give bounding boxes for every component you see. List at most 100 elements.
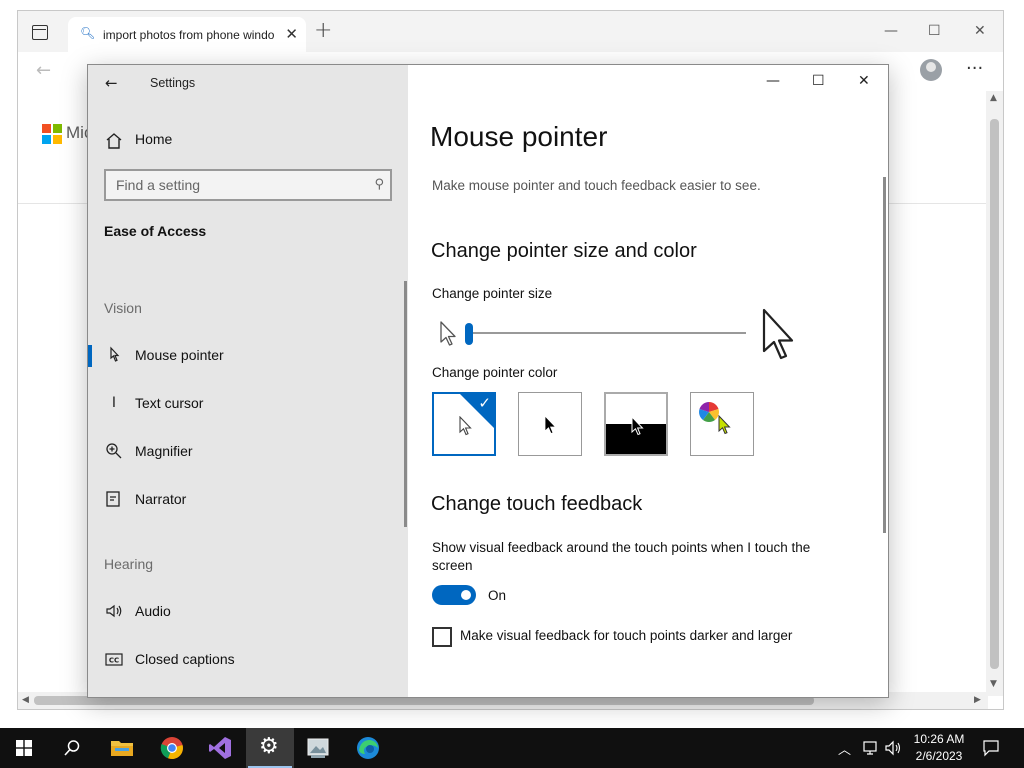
pointer-color-inverted[interactable]	[604, 392, 668, 456]
volume-icon[interactable]	[884, 740, 902, 756]
sidebar-item-audio[interactable]: Audio	[88, 595, 406, 633]
gear-icon: ⚙	[259, 734, 279, 759]
sidebar-item-magnifier[interactable]: Magnifier	[88, 435, 406, 473]
touch-description: Show visual feedback around the touch po…	[432, 540, 811, 573]
edge-icon	[357, 737, 379, 759]
browser-tab-bar: 🔍︎ import photos from phone windo ✕ + — …	[18, 11, 1003, 52]
pointer-size-slider-track[interactable]	[468, 332, 746, 334]
sidebar-item-narrator[interactable]: Narrator	[88, 483, 406, 521]
browser-more-button[interactable]: ···	[966, 58, 983, 79]
back-button[interactable]: ←	[105, 74, 118, 92]
new-tab-button[interactable]: +	[314, 20, 332, 42]
page-description: Make mouse pointer and touch feedback ea…	[432, 178, 761, 193]
minimize-button[interactable]: —	[766, 73, 780, 89]
closed-captions-icon: CC	[105, 653, 123, 666]
settings-window: ← Settings Home Find a setting ⚲ Ease of…	[87, 64, 889, 698]
mouse-pointer-icon	[110, 346, 120, 362]
clock-date: 2/6/2023	[915, 749, 963, 763]
browser-tab-title: import photos from phone windo	[103, 28, 275, 42]
pointer-heading: Change pointer size and color	[431, 240, 697, 262]
taskbar-photos[interactable]	[294, 728, 342, 768]
search-placeholder: Find a setting	[116, 177, 201, 193]
window-title: Settings	[150, 76, 196, 90]
scroll-up-icon[interactable]: ▲	[990, 93, 997, 103]
large-pointer-icon	[762, 308, 794, 360]
tab-close-icon[interactable]: ✕	[285, 25, 298, 43]
close-button[interactable]: ✕	[858, 73, 870, 89]
settings-sidebar: ← Settings Home Find a setting ⚲ Ease of…	[88, 65, 408, 697]
search-input[interactable]: Find a setting ⚲	[104, 169, 392, 201]
sidebar-item-mouse-pointer[interactable]: Mouse pointer	[88, 339, 406, 377]
magnifier-icon	[106, 443, 122, 459]
scroll-right-icon[interactable]: ▶	[974, 695, 981, 705]
inverted-pointer-icon	[631, 416, 644, 436]
taskbar: ⚙ ︿ 10:26 AM 2/6/2023	[0, 728, 1024, 768]
scroll-down-icon[interactable]: ▼	[990, 679, 997, 689]
search-icon: 🔍︎	[80, 26, 96, 40]
microsoft-logo-icon	[42, 124, 62, 144]
category-heading: Ease of Access	[104, 223, 207, 239]
home-icon	[106, 133, 122, 149]
content-scrollbar[interactable]	[883, 177, 886, 533]
taskbar-search-button[interactable]	[48, 728, 96, 768]
browser-back-button[interactable]: ←	[36, 60, 51, 81]
browser-tab[interactable]: 🔍︎ import photos from phone windo ✕	[68, 17, 306, 52]
show-hidden-icons-icon[interactable]: ︿	[838, 739, 851, 758]
sidebar-item-closed-captions[interactable]: CC Closed captions	[88, 643, 406, 681]
maximize-button[interactable]: ☐	[812, 73, 825, 89]
sidebar-item-label: Mouse pointer	[135, 347, 224, 363]
visual-studio-icon	[209, 737, 231, 759]
network-icon[interactable]	[862, 740, 880, 756]
start-button[interactable]	[0, 728, 48, 768]
browser-maximize-button[interactable]: ☐	[928, 23, 941, 39]
custom-pointer-icon	[718, 415, 731, 435]
clock-time: 10:26 AM	[913, 732, 965, 746]
taskbar-clock[interactable]: 10:26 AM 2/6/2023	[908, 731, 970, 765]
pointer-size-slider-thumb[interactable]	[465, 323, 473, 345]
sidebar-item-label: Audio	[135, 603, 171, 619]
darker-larger-checkbox[interactable]	[432, 627, 452, 647]
taskbar-edge[interactable]	[344, 728, 392, 768]
scroll-left-icon[interactable]: ◀	[22, 695, 29, 705]
pointer-color-white[interactable]: ✓	[432, 392, 496, 456]
search-icon: ⚲	[374, 177, 384, 192]
folder-icon	[111, 741, 133, 756]
scrollbar-thumb[interactable]	[990, 119, 999, 669]
search-icon	[64, 740, 80, 756]
white-pointer-icon	[459, 416, 472, 436]
touch-heading: Change touch feedback	[431, 493, 643, 515]
audio-icon	[106, 604, 122, 618]
tab-actions-icon[interactable]	[28, 21, 52, 45]
browser-minimize-button[interactable]: —	[884, 23, 898, 39]
browser-close-button[interactable]: ✕	[974, 23, 986, 39]
sidebar-item-label: Magnifier	[135, 443, 193, 459]
sidebar-item-label: Closed captions	[135, 651, 235, 667]
sidebar-item-text-cursor[interactable]: I Text cursor	[88, 387, 406, 425]
toggle-knob	[461, 590, 471, 600]
checkbox-label: Make visual feedback for touch points da…	[460, 628, 793, 643]
small-pointer-icon	[440, 321, 456, 346]
black-pointer-icon	[544, 415, 557, 435]
pointer-color-label: Change pointer color	[432, 365, 558, 380]
sidebar-item-label: Narrator	[135, 491, 187, 507]
browser-vertical-scrollbar[interactable]: ▲ ▼	[986, 91, 1003, 696]
section-vision: Vision	[104, 300, 142, 316]
pointer-size-label: Change pointer size	[432, 286, 553, 301]
svg-text:CC: CC	[109, 657, 119, 665]
chrome-icon	[160, 737, 183, 760]
windows-logo-icon	[16, 740, 32, 756]
touch-feedback-toggle[interactable]	[432, 585, 476, 605]
sidebar-item-home[interactable]: Home	[88, 121, 406, 159]
checkmark-icon: ✓	[478, 394, 491, 412]
profile-avatar[interactable]	[920, 59, 942, 81]
notifications-icon[interactable]	[982, 739, 1000, 757]
sidebar-scrollbar[interactable]	[404, 281, 407, 527]
taskbar-visual-studio[interactable]	[196, 728, 244, 768]
taskbar-chrome[interactable]	[148, 728, 196, 768]
page-title: Mouse pointer	[430, 121, 608, 152]
taskbar-file-explorer[interactable]	[98, 728, 146, 768]
pointer-color-black[interactable]	[518, 392, 582, 456]
pointer-color-custom[interactable]	[690, 392, 754, 456]
taskbar-settings[interactable]: ⚙	[246, 728, 294, 768]
active-indicator	[88, 345, 92, 367]
